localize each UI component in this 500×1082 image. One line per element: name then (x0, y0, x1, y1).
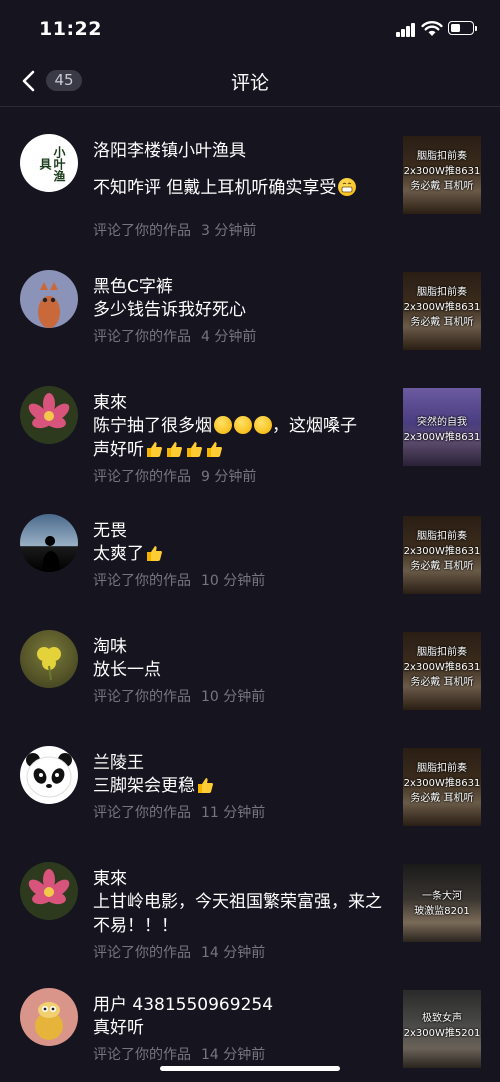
comment-text: 太爽了 (93, 542, 393, 566)
video-thumbnail[interactable]: 胭脂扣前奏 2x300W推8631 务必戴 耳机听 (403, 632, 481, 710)
thumbs-up-icon (185, 440, 203, 458)
laughing-tears-emoji-icon (234, 416, 252, 434)
video-thumbnail[interactable]: 极致女声 2x300W推5201 (403, 990, 481, 1068)
battery-icon (448, 21, 477, 35)
comment-meta: 评论了你的作品 11 分钟前 (93, 805, 266, 821)
user-name[interactable]: 淘味 (93, 632, 127, 657)
laughing-tears-emoji-icon (254, 416, 272, 434)
home-indicator[interactable] (160, 1066, 340, 1071)
comment-text: 放长一点 (93, 660, 161, 680)
status-time: 11:22 (39, 18, 102, 40)
user-name[interactable]: 无畏 (93, 516, 127, 541)
user-name[interactable]: 用户 4381550969254 (93, 990, 273, 1015)
comment-meta: 评论了你的作品 14 分钟前 (93, 945, 266, 961)
avatar[interactable] (20, 988, 78, 1046)
comment-meta: 评论了你的作品 4 分钟前 (93, 329, 257, 345)
avatar[interactable] (20, 630, 78, 688)
avatar[interactable]: 小叶渔具 (20, 134, 78, 192)
comment-text: 上甘岭电影，今天祖国繁荣富强，来之不易！！！ (93, 892, 382, 936)
comment-text: 多少钱告诉我好死心 (93, 300, 246, 320)
video-thumbnail[interactable]: 胭脂扣前奏 2x300W推8631 务必戴 耳机听 (403, 748, 481, 826)
video-thumbnail[interactable]: 突然的自我 2x300W推8631 (403, 388, 481, 466)
comment-meta: 评论了你的作品 14 分钟前 (93, 1047, 266, 1063)
thumbs-up-icon (145, 440, 163, 458)
user-name[interactable]: 洛阳李楼镇小叶渔具 (93, 136, 246, 161)
comment-text: 陈宁抽了很多烟 ，这烟嗓子 声好听 (93, 416, 357, 460)
page-title: 评论 (230, 72, 269, 94)
header: 45 评论 (0, 60, 500, 107)
user-name[interactable]: 東來 (93, 388, 127, 413)
comment-meta: 评论了你的作品 9 分钟前 (93, 469, 257, 485)
avatar[interactable] (20, 270, 78, 328)
video-thumbnail[interactable]: 胭脂扣前奏 2x300W推8631 务必戴 耳机听 (403, 272, 481, 350)
thumbs-up-icon (145, 544, 163, 562)
user-name[interactable]: 黑色C字裤 (93, 272, 173, 297)
video-thumbnail[interactable]: 胭脂扣前奏 2x300W推8631 务必戴 耳机听 (403, 516, 481, 594)
video-thumbnail[interactable]: 胭脂扣前奏 2x300W推8631 务必戴 耳机听 (403, 136, 481, 214)
avatar[interactable] (20, 514, 78, 572)
avatar[interactable] (20, 746, 78, 804)
thumbs-up-icon (196, 776, 214, 794)
wifi-icon (421, 21, 443, 36)
status-bar: 11:22 (0, 0, 500, 60)
thumbs-up-icon (205, 440, 223, 458)
user-name[interactable]: 兰陵王 (93, 748, 144, 773)
comment-text: 不知咋评 但戴上耳机听确实享受 (93, 176, 393, 200)
user-name[interactable]: 東來 (93, 864, 127, 889)
comment-meta: 评论了你的作品 10 分钟前 (93, 573, 266, 589)
comment-text: 真好听 (93, 1018, 144, 1038)
cellular-signal-icon (396, 23, 416, 37)
video-thumbnail[interactable]: 一条大河 玻激监8201 (403, 864, 481, 942)
comment-meta: 评论了你的作品 3 分钟前 (93, 223, 257, 239)
avatar[interactable] (20, 862, 78, 920)
comment-text: 三脚架会更稳 (93, 774, 393, 798)
avatar[interactable] (20, 386, 78, 444)
grinning-emoji-icon (338, 178, 357, 196)
laughing-tears-emoji-icon (214, 416, 232, 434)
thumbs-up-icon (165, 440, 183, 458)
comment-meta: 评论了你的作品 10 分钟前 (93, 689, 266, 705)
avatar-logo: 小叶渔具 (38, 146, 66, 182)
